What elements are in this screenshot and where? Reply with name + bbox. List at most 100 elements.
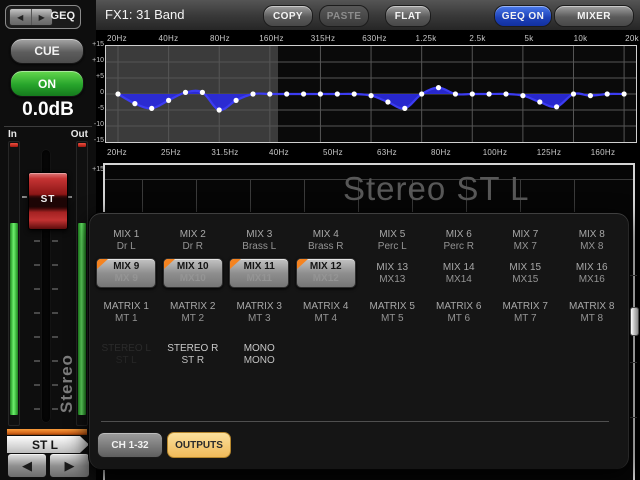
assigned-bus-button[interactable]: MIX 11MX11 <box>229 258 289 288</box>
channel-select-popup: MIX 1Dr LMIX 2Dr RMIX 3Brass LMIX 4Brass… <box>88 212 630 470</box>
output-level-meter <box>76 141 88 426</box>
select-mix-8[interactable]: MIX 8MX 8 <box>559 229 626 253</box>
db-tick-label: +10 <box>88 57 104 64</box>
bus-id-label: MIX 16 <box>559 262 626 274</box>
fader-scale-mark <box>52 312 58 314</box>
freq-tick-label: 40Hz <box>159 34 179 43</box>
eq-curve-plot <box>106 46 636 142</box>
select-mix-5[interactable]: MIX 5Perc L <box>359 229 426 253</box>
select-matrix-2[interactable]: MATRIX 2MT 2 <box>160 301 227 325</box>
select-matrix-8[interactable]: MATRIX 8MT 8 <box>559 301 626 325</box>
selected-corner-indicator <box>297 259 308 269</box>
previous-channel-button[interactable]: ◀ <box>7 453 47 478</box>
header-bar: FX1: 31 Band COPY PASTE FLAT GEQ ON MIXE… <box>96 0 640 31</box>
select-mix-6[interactable]: MIX 6Perc R <box>426 229 493 253</box>
select-mix-12[interactable]: MIX 12MX12 <box>293 258 360 288</box>
select-mix-11[interactable]: MIX 11MX11 <box>226 258 293 288</box>
cue-button[interactable]: CUE <box>10 38 84 64</box>
fader-scale-mark <box>52 336 58 338</box>
geq-prev-button[interactable]: ◀ <box>10 9 32 25</box>
bus-id-label: MATRIX 1 <box>93 301 160 313</box>
assigned-bus-button[interactable]: MIX 10MX10 <box>163 258 223 288</box>
bus-name-label: Brass L <box>226 241 293 253</box>
geq-overview-graph[interactable] <box>105 45 637 143</box>
bus-name-label: Perc L <box>359 241 426 253</box>
freq-tick-label: 630Hz <box>362 34 387 43</box>
popup-row: STEREO LST LSTEREO RST RMONOMONO <box>93 343 625 367</box>
select-mix-9[interactable]: MIX 9MX 9 <box>93 258 160 288</box>
paste-button[interactable]: PASTE <box>319 5 369 27</box>
bus-id-label: MIX 15 <box>492 262 559 274</box>
assigned-bus-button[interactable]: MIX 12MX12 <box>296 258 356 288</box>
bus-name-label: MX16 <box>559 274 626 286</box>
select-matrix-7[interactable]: MATRIX 7MT 7 <box>492 301 559 325</box>
select-matrix-5[interactable]: MATRIX 5MT 5 <box>359 301 426 325</box>
popup-divider <box>101 421 609 422</box>
page-title: FX1: 31 Band <box>105 7 185 22</box>
select-matrix-1[interactable]: MATRIX 1MT 1 <box>93 301 160 325</box>
meter-level-segment <box>78 223 86 415</box>
select-mix-4[interactable]: MIX 4Brass R <box>293 229 360 253</box>
geq-next-button[interactable]: ▶ <box>32 9 53 25</box>
bus-id-label: MATRIX 6 <box>426 301 493 313</box>
select-matrix-3[interactable]: MATRIX 3MT 3 <box>226 301 293 325</box>
fader-cap-label: ST <box>29 194 67 205</box>
meter-peak-segment <box>10 143 18 147</box>
bus-name-label: MT 1 <box>93 313 160 325</box>
select-mix-13[interactable]: MIX 13MX13 <box>359 258 426 288</box>
next-channel-button[interactable]: ▶ <box>49 453 90 478</box>
bus-id-label: MATRIX 8 <box>559 301 626 313</box>
mixer-button[interactable]: MIXER <box>554 5 634 27</box>
geq-on-button[interactable]: GEQ ON <box>494 5 552 27</box>
bus-name-label: Perc R <box>426 241 493 253</box>
freq-tick-label: 63Hz <box>377 148 397 157</box>
fader-scale-mark <box>34 360 40 362</box>
db-tick-label: -10 <box>88 121 104 128</box>
selected-corner-indicator <box>164 259 175 269</box>
flat-button[interactable]: FLAT <box>385 5 431 27</box>
select-mix-3[interactable]: MIX 3Brass L <box>226 229 293 253</box>
select-mix-10[interactable]: MIX 10MX10 <box>160 258 227 288</box>
channel-watermark-text: Stereo ST L <box>343 170 530 208</box>
bus-id-label: MATRIX 5 <box>359 301 426 313</box>
freq-tick-label: 50Hz <box>323 148 343 157</box>
select-matrix-4[interactable]: MATRIX 4MT 4 <box>293 301 360 325</box>
bus-name-label: MX14 <box>426 274 493 286</box>
bus-name-label: MX 7 <box>492 241 559 253</box>
select-mix-7[interactable]: MIX 7MX 7 <box>492 229 559 253</box>
select-mix-16[interactable]: MIX 16MX16 <box>559 258 626 288</box>
freq-tick-label: 20k <box>625 34 639 43</box>
scrollbar-thumb[interactable] <box>630 307 639 336</box>
db-tick-label: +15 <box>88 41 104 48</box>
select-stereo-l[interactable]: STEREO LST L <box>93 343 160 367</box>
bus-id-label: MIX 5 <box>359 229 426 241</box>
bus-id-label: MIX 3 <box>226 229 293 241</box>
bus-name-label: MONO <box>226 355 293 367</box>
db-tick-label: -5 <box>88 105 104 112</box>
select-mix-14[interactable]: MIX 14MX14 <box>426 258 493 288</box>
tab-ch-1-32[interactable]: CH 1-32 <box>97 432 163 458</box>
tab-outputs[interactable]: OUTPUTS <box>167 432 231 458</box>
select-matrix-6[interactable]: MATRIX 6MT 6 <box>426 301 493 325</box>
copy-button[interactable]: COPY <box>263 5 313 27</box>
on-button[interactable]: ON <box>10 70 84 97</box>
geq-nav-buttons: ◀ ▶ <box>9 8 53 26</box>
select-mono[interactable]: MONOMONO <box>226 343 293 367</box>
select-mix-1[interactable]: MIX 1Dr L <box>93 229 160 253</box>
selected-corner-indicator <box>230 259 241 269</box>
geq-screen: ◀ ▶ GEQ CUE ON 0.0dB In Out ST Stereo ST… <box>0 0 640 480</box>
select-mix-15[interactable]: MIX 15MX15 <box>492 258 559 288</box>
assigned-bus-button[interactable]: MIX 9MX 9 <box>96 258 156 288</box>
bus-id-label: MATRIX 7 <box>492 301 559 313</box>
fader-scale-mark <box>34 264 40 266</box>
select-mix-2[interactable]: MIX 2Dr R <box>160 229 227 253</box>
freq-tick-label: 31.5Hz <box>211 148 238 157</box>
freq-tick-label: 20Hz <box>107 34 127 43</box>
select-stereo-r[interactable]: STEREO RST R <box>160 343 227 367</box>
channel-fader-handle[interactable]: ST <box>28 172 68 230</box>
popup-row: MIX 9MX 9MIX 10MX10MIX 11MX11MIX 12MX12M… <box>93 258 625 288</box>
fader-gain-readout: 0.0dB <box>0 99 96 121</box>
channel-sidebar: ◀ ▶ GEQ CUE ON 0.0dB In Out ST Stereo ST… <box>0 0 96 480</box>
channel-name-tag[interactable]: ST L <box>7 436 89 453</box>
freq-tick-label: 125Hz <box>537 148 562 157</box>
